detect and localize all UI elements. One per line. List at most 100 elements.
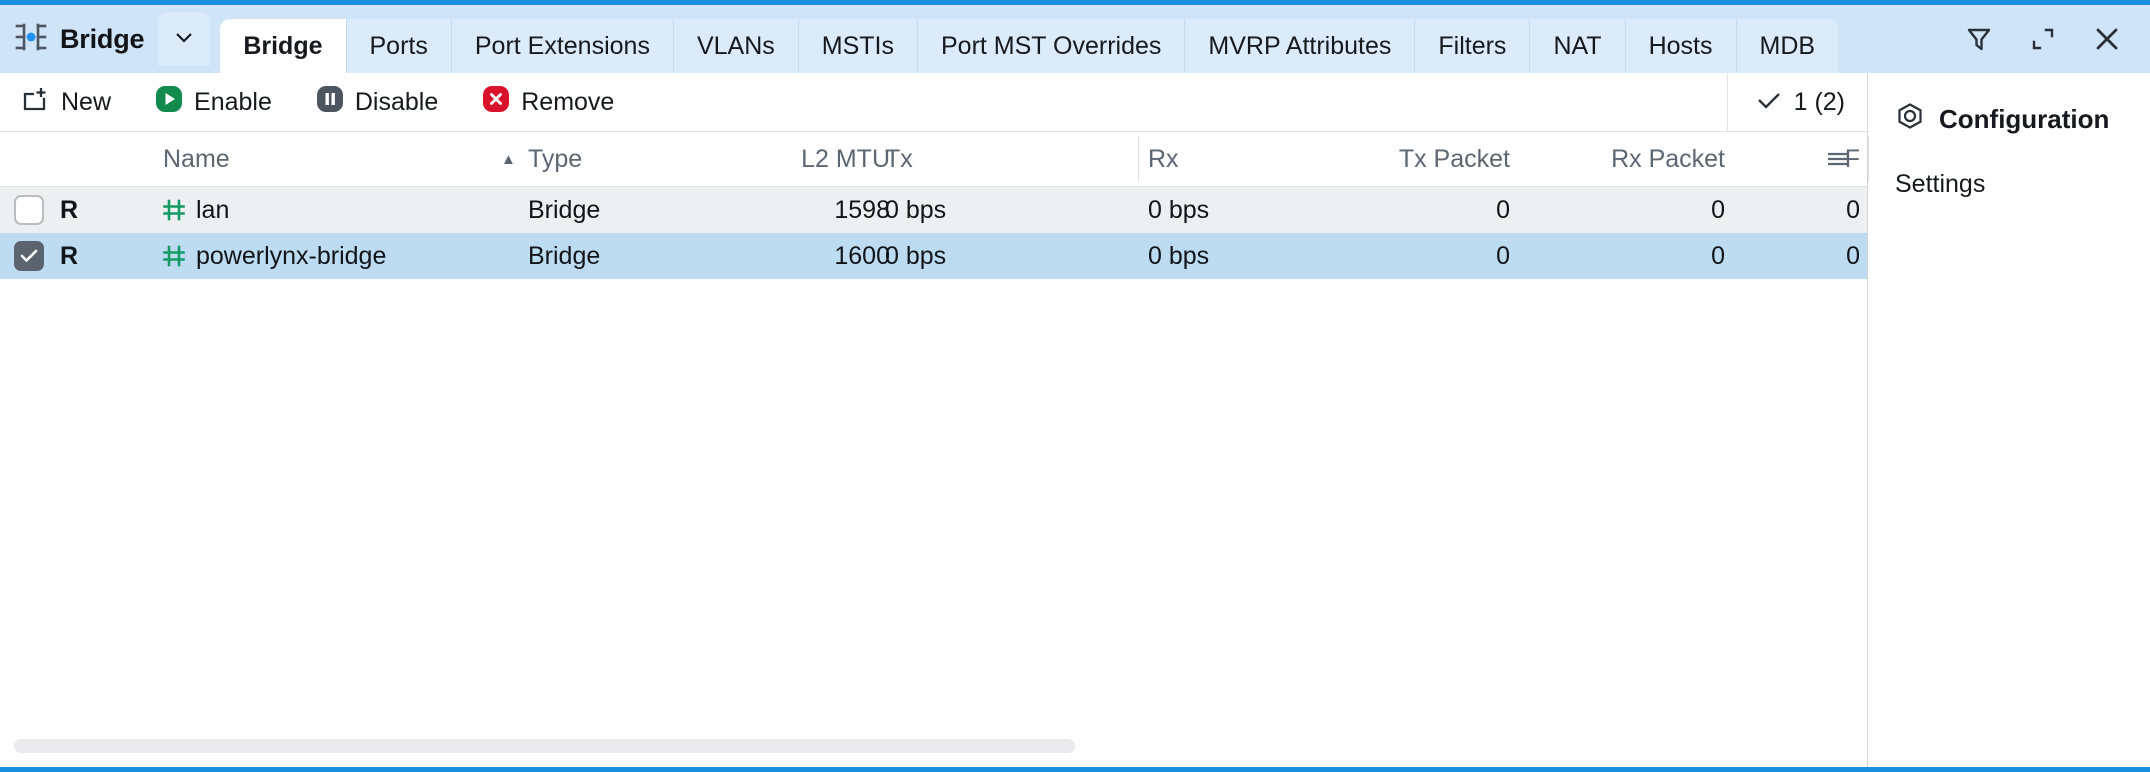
tab-nat[interactable]: NAT: [1529, 19, 1625, 73]
row-status-flag: R: [60, 195, 79, 224]
cell-type: Bridge: [528, 187, 748, 233]
column-header-type[interactable]: Type: [528, 132, 748, 186]
hex-nut-icon: [1895, 101, 1925, 138]
cell-l2mtu: 1600: [770, 233, 890, 279]
brand-dropdown-button[interactable]: [158, 12, 211, 66]
checkbox-unchecked-icon: [14, 195, 44, 225]
cell-value: 0: [1711, 195, 1725, 224]
column-divider: [1138, 136, 1139, 182]
remove-x-icon: [482, 85, 510, 120]
table-row[interactable]: Rlan Bridge 1598 0 bps 0 bps 0 0 0: [0, 187, 1867, 233]
bridge-row-icon: [163, 199, 185, 221]
title-tab-bar: Bridge Bridge Ports Port Extensions VLANs MS…: [0, 5, 2150, 73]
tab-ports[interactable]: Ports: [345, 19, 451, 73]
column-header-l2mtu[interactable]: L2 MTU: [770, 132, 890, 186]
check-icon: [1756, 90, 1782, 115]
play-icon: [155, 85, 183, 120]
table-row[interactable]: Rpowerlynx-bridge Bridge 1600 0 bps 0 bps 0 0 0: [0, 233, 1867, 279]
tab-bridge[interactable]: Bridge: [220, 19, 346, 73]
column-options-icon[interactable]: [1825, 132, 1851, 186]
configuration-panel: Configuration Settings: [1869, 73, 2150, 767]
cell-l2mtu: 1598: [770, 187, 890, 233]
column-header-txpacket[interactable]: Tx Packet: [1330, 132, 1510, 186]
tab-filters[interactable]: Filters: [1414, 19, 1530, 73]
cell-value: 0: [1711, 241, 1725, 270]
restore-icon[interactable]: [2028, 24, 2058, 54]
window-actions: [1964, 5, 2150, 73]
cell-value: Bridge: [528, 241, 601, 270]
checkbox-checked-icon: [14, 241, 44, 271]
configuration-panel-title: Configuration: [1939, 104, 2110, 134]
action-toolbar: New Enable Disable Remove 1 (2): [0, 73, 1867, 132]
row-checkbox[interactable]: [14, 233, 50, 279]
tab-label: MVRP Attributes: [1208, 31, 1392, 60]
cell-f: 0: [1770, 233, 1860, 279]
horizontal-scrollbar-thumb[interactable]: [14, 739, 1075, 753]
tab-port-extensions[interactable]: Port Extensions: [450, 19, 673, 73]
cell-type: Bridge: [528, 233, 748, 279]
tab-label: Port MST Overrides: [940, 31, 1162, 60]
column-header-label: Tx: [885, 144, 913, 173]
cell-value: 0: [1846, 195, 1860, 224]
tab-mstis[interactable]: MSTIs: [797, 19, 917, 73]
cell-value: 0: [1846, 241, 1860, 270]
tab-label: Hosts: [1648, 31, 1713, 60]
tab-label: MSTIs: [821, 31, 894, 60]
cell-value: powerlynx-bridge: [196, 241, 387, 270]
enable-button[interactable]: Enable: [151, 80, 290, 124]
main-content: New Enable Disable Remove 1 (2) Name Typ…: [0, 73, 1869, 767]
column-header-label: Tx Packet: [1398, 144, 1510, 173]
tab-label: Bridge: [243, 31, 323, 60]
tab-label: VLANs: [696, 31, 775, 60]
tab-port-mst-overrides[interactable]: Port MST Overrides: [916, 19, 1185, 73]
column-header-label: L2 MTU: [801, 144, 890, 173]
table-header: Name Type L2 MTU Tx Rx Tx Packet Rx Packet F ▲: [0, 132, 1869, 187]
sort-ascending-icon[interactable]: ▲: [501, 132, 516, 186]
new-button-label: New: [61, 87, 112, 116]
selection-count[interactable]: 1 (2): [1726, 73, 1867, 131]
column-header-tx[interactable]: Tx: [885, 132, 1115, 186]
tab-label: Filters: [1438, 31, 1507, 60]
row-status-flag: R: [60, 241, 79, 270]
column-header-rxpacket[interactable]: Rx Packet: [1545, 132, 1725, 186]
cell-value: lan: [196, 195, 230, 224]
tab-label: Port Extensions: [474, 31, 650, 60]
enable-button-label: Enable: [194, 87, 272, 116]
cell-tx: 0 bps: [885, 187, 1115, 233]
cell-txpacket: 0: [1330, 187, 1510, 233]
remove-button-label: Remove: [521, 87, 615, 116]
cell-value: 0 bps: [885, 195, 947, 224]
cell-name: powerlynx-bridge: [163, 233, 463, 279]
bridge-icon: [14, 22, 48, 57]
bridge-row-icon: [163, 245, 185, 267]
tab-label: NAT: [1553, 31, 1602, 60]
remove-button[interactable]: Remove: [478, 80, 632, 124]
tab-label: MDB: [1759, 31, 1816, 60]
cell-txpacket: 0: [1330, 233, 1510, 279]
selection-count-label: 1 (2): [1793, 87, 1845, 116]
tab-vlans[interactable]: VLANs: [672, 19, 798, 73]
cell-value: 0: [1496, 195, 1510, 224]
column-header-label: Type: [528, 144, 583, 173]
tab-list: Bridge Ports Port Extensions VLANs MSTIs Port…: [220, 19, 1839, 73]
brand-title: Bridge: [60, 23, 145, 54]
panel-item-settings[interactable]: Settings: [1895, 170, 2150, 199]
tab-mdb[interactable]: MDB: [1735, 19, 1839, 73]
disable-button[interactable]: Disable: [312, 80, 456, 124]
column-header-label: Rx Packet: [1611, 144, 1725, 173]
cell-f: 0: [1770, 187, 1860, 233]
bridge-window: Bridge Bridge Ports Port Extensions VLANs MS…: [0, 0, 2150, 772]
close-icon[interactable]: [2092, 24, 2122, 54]
row-checkbox[interactable]: [14, 187, 50, 233]
panel-item-label: Settings: [1895, 170, 1986, 198]
horizontal-scrollbar[interactable]: [14, 739, 1843, 753]
cell-value: 0 bps: [1148, 195, 1210, 224]
column-header-label: Name: [163, 144, 230, 173]
filter-icon[interactable]: [1964, 24, 1994, 54]
tab-mvrp-attributes[interactable]: MVRP Attributes: [1184, 19, 1415, 73]
chevron-down-icon: [173, 30, 195, 49]
pause-icon: [316, 85, 344, 120]
column-header-name[interactable]: Name: [163, 132, 463, 186]
new-button[interactable]: New: [18, 80, 129, 124]
tab-hosts[interactable]: Hosts: [1624, 19, 1736, 73]
